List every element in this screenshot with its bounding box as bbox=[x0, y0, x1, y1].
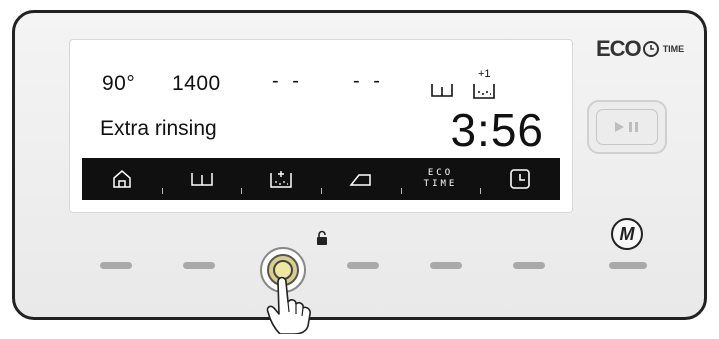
remaining-time: 3:56 bbox=[450, 104, 544, 156]
start-pause-button[interactable] bbox=[587, 100, 667, 154]
home-icon bbox=[113, 170, 131, 188]
eco-logo-text: ECO bbox=[596, 36, 642, 61]
rinse-basin-icon bbox=[430, 82, 454, 103]
iron-icon bbox=[349, 174, 371, 186]
eco-logo-suffix: TIME bbox=[662, 44, 685, 54]
spin-speed-value: 1400 bbox=[172, 72, 221, 95]
menu-item-delay-timer[interactable] bbox=[480, 158, 560, 200]
eco-time-logo: ECO TIME bbox=[596, 36, 684, 62]
menu-item-rinse[interactable] bbox=[161, 158, 242, 200]
finger-pointer-icon bbox=[258, 262, 328, 339]
menu-item-extra-rinse[interactable] bbox=[241, 158, 321, 200]
option-placeholder-1: - - bbox=[272, 70, 303, 92]
clock-icon bbox=[642, 41, 659, 57]
menu-bar: ECO TIME bbox=[82, 158, 560, 200]
extra-rinse-icon bbox=[270, 171, 292, 188]
display-screen: 90° 1400 - - - - +1 Extra rinsing 3:56 E… bbox=[70, 40, 572, 212]
padlock-icon bbox=[316, 230, 328, 251]
touch-key-4[interactable] bbox=[347, 262, 379, 269]
memory-button[interactable]: M bbox=[611, 218, 643, 250]
eco-time-line2: TIME bbox=[423, 179, 458, 189]
delay-timer-icon bbox=[510, 169, 530, 189]
menu-item-home[interactable] bbox=[82, 158, 162, 200]
eco-time-line1: ECO bbox=[427, 168, 454, 178]
touch-key-5[interactable] bbox=[430, 262, 462, 269]
temperature-value: 90° bbox=[102, 72, 136, 95]
extra-rinse-badge: +1 bbox=[478, 68, 491, 80]
touch-key-memory[interactable] bbox=[609, 262, 647, 269]
menu-item-eco-time[interactable]: ECO TIME bbox=[400, 158, 481, 200]
touch-key-2[interactable] bbox=[183, 262, 215, 269]
touch-key-6[interactable] bbox=[513, 262, 545, 269]
play-pause-icon bbox=[615, 122, 638, 132]
program-name: Extra rinsing bbox=[100, 117, 217, 140]
rinse-basin-icon bbox=[190, 173, 213, 186]
extra-rinse-icon bbox=[473, 84, 495, 99]
option-placeholder-2: - - bbox=[353, 70, 384, 92]
menu-item-ironing[interactable] bbox=[321, 158, 401, 200]
eco-time-icon: ECO TIME bbox=[424, 168, 458, 190]
touch-key-1[interactable] bbox=[100, 262, 132, 269]
